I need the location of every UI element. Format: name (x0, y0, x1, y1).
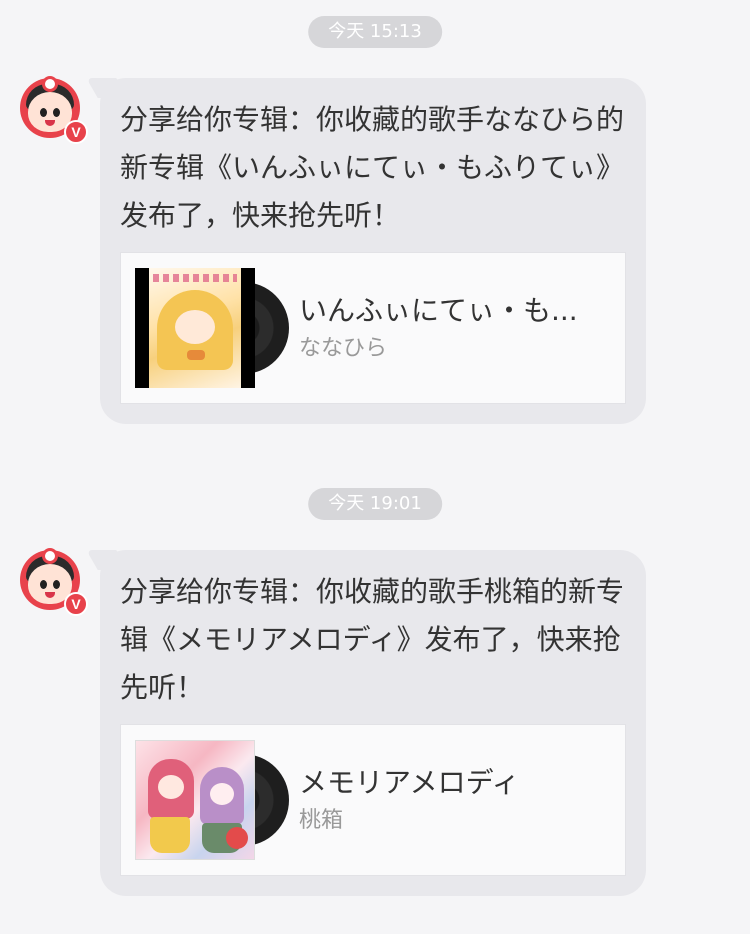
album-cover (135, 740, 289, 860)
timestamp-1: 今天 15:13 (308, 16, 442, 48)
album-artist: ななひら (299, 336, 388, 361)
album-title: いんふぃにてぃ・も... (299, 294, 578, 327)
album-card[interactable]: いんふぃにてぃ・も... ななひら (120, 252, 626, 404)
verified-v-badge: V (64, 120, 88, 144)
album-cover (135, 268, 289, 388)
message-text: 分享给你专辑：你收藏的歌手ななひら的新专辑《いんふぃにてぃ・もふりてぃ》发布了，… (120, 103, 625, 232)
timestamp-2: 今天 19:01 (308, 488, 442, 520)
sender-avatar[interactable]: V (20, 548, 88, 616)
album-card[interactable]: メモリアメロディ 桃箱 (120, 724, 626, 876)
verified-v-badge: V (64, 592, 88, 616)
message-text: 分享给你专辑：你收藏的歌手桃箱的新专辑《メモリアメロディ》发布了，快来抢先听！ (120, 575, 625, 704)
sender-avatar[interactable]: V (20, 76, 88, 144)
message-bubble-2[interactable]: 分享给你专辑：你收藏的歌手桃箱的新专辑《メモリアメロディ》发布了，快来抢先听！ … (100, 550, 646, 896)
album-artist: 桃箱 (299, 808, 344, 833)
album-title: メモリアメロディ (299, 766, 520, 799)
message-bubble-1[interactable]: 分享给你专辑：你收藏的歌手ななひら的新专辑《いんふぃにてぃ・もふりてぃ》发布了，… (100, 78, 646, 424)
